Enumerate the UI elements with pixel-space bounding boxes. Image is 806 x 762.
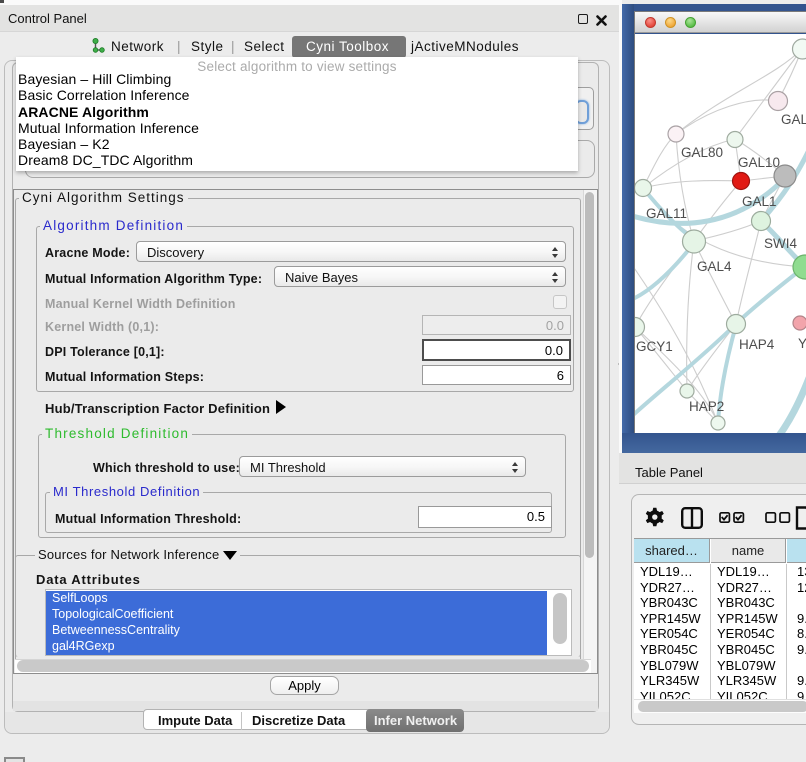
svg-text:GAL1: GAL1 xyxy=(742,194,777,209)
svg-text:GCY1: GCY1 xyxy=(636,339,673,354)
svg-text:GAL11: GAL11 xyxy=(646,206,687,221)
svg-text:GAL10: GAL10 xyxy=(738,155,780,170)
svg-text:GAL80: GAL80 xyxy=(681,145,723,160)
svg-text:HAP2: HAP2 xyxy=(689,399,724,414)
svg-text:Y: Y xyxy=(798,336,806,351)
svg-text:GAL: GAL xyxy=(781,112,806,127)
svg-text:SWI4: SWI4 xyxy=(764,236,797,251)
svg-text:HAP4: HAP4 xyxy=(739,337,775,352)
svg-text:GAL4: GAL4 xyxy=(697,259,732,274)
